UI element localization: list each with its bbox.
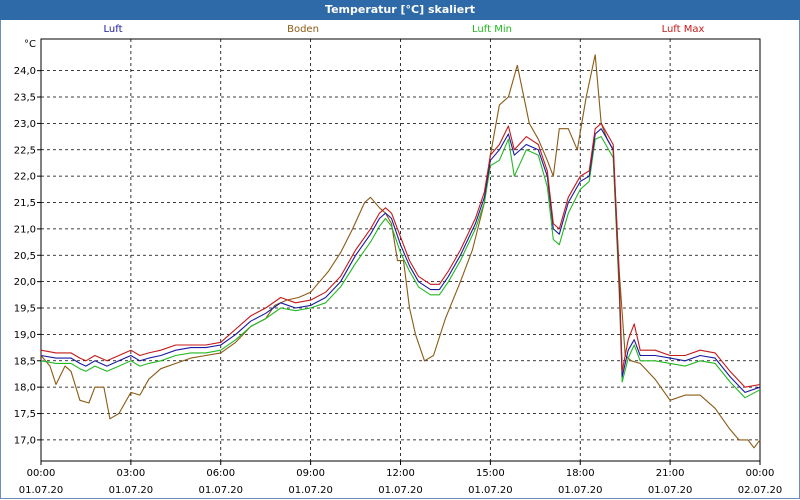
y-tick-label: 21,0 bbox=[14, 224, 36, 235]
x-tick-label-date: 01.07.20 bbox=[468, 485, 513, 496]
x-tick-label-time: 00:00 bbox=[746, 468, 775, 479]
x-tick-label-date: 01.07.20 bbox=[198, 485, 243, 496]
x-tick-label-date: 01.07.20 bbox=[558, 485, 603, 496]
x-tick-label-time: 18:00 bbox=[566, 468, 595, 479]
x-tick-label-date: 01.07.20 bbox=[109, 485, 154, 496]
y-tick-label: 23,5 bbox=[14, 93, 36, 104]
y-tick-label: 18,0 bbox=[14, 383, 36, 394]
temperature-chart: 17,0 17,5 18,0 18,5 19,0 19,5 20,0 20,5 21,0 21,5… bbox=[14, 38, 783, 496]
x-tick-label-date: 02.07.20 bbox=[738, 485, 783, 496]
y-tick-label: 22,0 bbox=[14, 172, 36, 183]
x-tick-label-time: 00:00 bbox=[27, 468, 56, 479]
y-tick-label: 20,0 bbox=[14, 277, 36, 288]
y-tick-label: 22,5 bbox=[14, 145, 36, 156]
y-tick-label: 17,0 bbox=[14, 435, 36, 446]
x-tick-label-time: 03:00 bbox=[116, 468, 145, 479]
y-tick-label: 18,5 bbox=[14, 356, 36, 367]
x-tick-label-time: 21:00 bbox=[656, 468, 685, 479]
x-tick-label-time: 06:00 bbox=[206, 468, 235, 479]
y-axis-label: °C bbox=[24, 39, 36, 50]
x-tick-label-time: 09:00 bbox=[296, 468, 325, 479]
y-tick-label: 23,0 bbox=[14, 119, 36, 130]
y-tick-label: 24,0 bbox=[14, 66, 36, 77]
x-tick-label-date: 01.07.20 bbox=[19, 485, 64, 496]
y-tick-label: 17,5 bbox=[14, 409, 36, 420]
x-tick-label-time: 15:00 bbox=[476, 468, 505, 479]
x-tick-label-date: 01.07.20 bbox=[288, 485, 333, 496]
y-tick-label: 19,5 bbox=[14, 304, 36, 315]
x-tick-label-time: 12:00 bbox=[386, 468, 415, 479]
y-tick-label: 19,0 bbox=[14, 330, 36, 341]
x-tick-label-date: 01.07.20 bbox=[378, 485, 423, 496]
y-tick-label: 20,5 bbox=[14, 251, 36, 262]
y-tick-label: 21,5 bbox=[14, 198, 36, 209]
x-tick-label-date: 01.07.20 bbox=[648, 485, 693, 496]
